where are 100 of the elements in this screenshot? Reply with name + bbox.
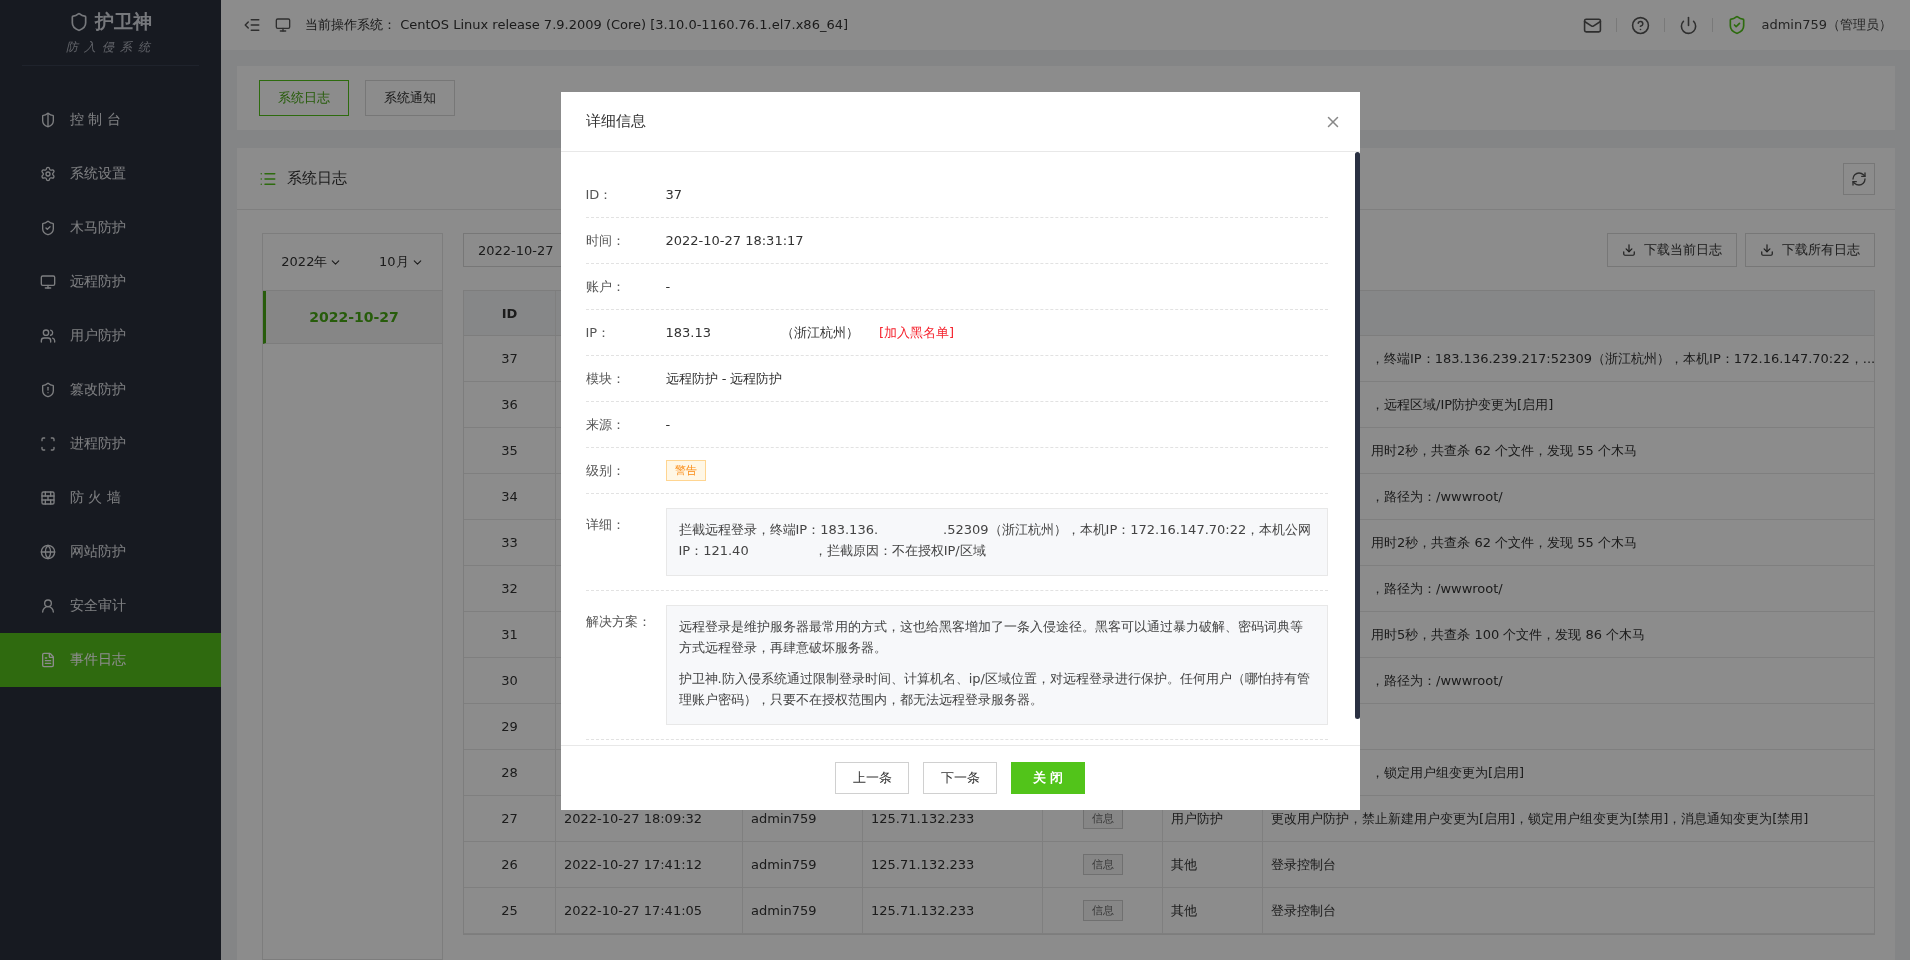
table-cell-text: 更改用户防护，禁止新建用户变更为[启用]，锁定用户组变更为[禁用]，消息通知变更为[禁用] [1270, 809, 1810, 828]
table-cell: ，远程区域/IP防护变更为[启用] [1371, 395, 1554, 414]
sidebar-item[interactable]: 系统设置 [0, 147, 221, 201]
table-cell: 26 [464, 842, 556, 887]
field-label: 详细： [585, 516, 626, 534]
sidebar-item[interactable]: 远程防护 [0, 255, 221, 309]
table-cell: 28 [464, 750, 556, 795]
table-cell: 35 [464, 428, 556, 473]
table-cell: admin759 [743, 842, 863, 887]
table-cell: 25 [464, 888, 556, 933]
brand-subtitle: 防入侵系统 [65, 39, 156, 56]
user-name[interactable]: admin759（管理员） [1761, 16, 1892, 34]
brand-name: 护卫神 [95, 9, 152, 34]
table-cell: ，终端IP：183.136.239.217:52309（浙江杭州），本机IP：172.16.147.70:22，... [1371, 349, 1876, 368]
table-cell: ，路径为：/wwwroot/ [1371, 671, 1503, 690]
power-icon[interactable] [1679, 15, 1699, 35]
table-cell-text: 登录控制台 [1270, 855, 1337, 874]
table-cell: 34 [464, 474, 556, 519]
help-icon[interactable] [1631, 15, 1651, 35]
dialog-button[interactable]: 下一条 [923, 762, 997, 794]
field-label: IP： [585, 323, 612, 342]
table-cell: 用时2秒，共查杀 62 个文件，发现 55 个木马 [1371, 441, 1637, 460]
sidebar-item[interactable]: 控 制 台 [0, 93, 221, 147]
table-cell: 125.71.132.233 [863, 842, 1043, 887]
field-value: 37 [665, 187, 683, 202]
table-cell-text: 登录控制台 [1270, 901, 1337, 920]
table-cell: ，锁定用户组变更为[启用] [1371, 763, 1525, 782]
sidebar-item[interactable]: 安全审计 [0, 579, 221, 633]
table-cell: 125.71.132.233 [863, 888, 1043, 933]
location-text: （浙江杭州） [781, 323, 859, 342]
table-cell: 29 [464, 704, 556, 749]
tab[interactable]: 系统通知 [365, 80, 455, 116]
table-cell: 37 [464, 336, 556, 381]
shield-icon [40, 112, 56, 128]
sidebar-item[interactable]: 木马防护 [0, 201, 221, 255]
card-title: 系统日志 [287, 169, 347, 188]
column-header: ID [501, 305, 518, 321]
field-value: - [665, 279, 671, 294]
sidebar-item[interactable]: 篡改防护 [0, 363, 221, 417]
field-value: 远程防护 - 远程防护 [665, 369, 783, 388]
table-cell: 用时2秒，共查杀 62 个文件，发现 55 个木马 [1371, 533, 1637, 552]
year-select[interactable]: 2022年 [281, 253, 343, 271]
os-info: 当前操作系统： CentOS Linux release 7.9.2009 (Core) [3.10.0-1160.76.1.el7.x86_64] [305, 16, 849, 34]
table-cell: 用时5秒，共查杀 100 个文件，发现 86 个木马 [1371, 625, 1646, 644]
shield-logo-icon [69, 12, 89, 32]
paragraph: 护卫神.防入侵系统通过限制登录时间、计算机名、ip/区域位置，对远程登录进行保护。任何用户（哪怕持有管理账户密码），只要不在授权范围内，都无法远程登录服务器。 [678, 670, 1311, 709]
table-cell: ，路径为：/wwwroot/ [1371, 579, 1503, 598]
field-value: 183.13 [665, 325, 711, 340]
sidebar-item[interactable]: 用户防护 [0, 309, 221, 363]
field-label: 时间： [585, 231, 626, 250]
table-cell: admin759 [743, 888, 863, 933]
sidebar-item[interactable]: 网站防护 [0, 525, 221, 579]
sidebar-item[interactable]: 进程防护 [0, 417, 221, 471]
shield-alert-icon [40, 382, 56, 398]
sidebar-item[interactable]: 防 火 墙 [0, 471, 221, 525]
download-icon [1760, 243, 1774, 257]
monitor-icon [40, 274, 56, 290]
table-cell: 27 [464, 796, 556, 841]
paragraph: 远程登录是维护服务器最常用的方式，这也给黑客增加了一条入侵途径。黑客可以通过暴力破解、密码词典等方式远程登录，再肆意破坏服务器。 [678, 618, 1304, 657]
blacklist-link[interactable]: [加入黑名单] [879, 323, 955, 342]
users-icon [40, 328, 56, 344]
avatar-icon [1727, 15, 1748, 35]
globe-icon [40, 544, 56, 560]
dialog-title: 详细信息 [585, 112, 646, 131]
table-cell: 31 [464, 612, 556, 657]
field-label: 解决方案： [585, 613, 652, 631]
document-icon [40, 652, 56, 668]
field-label: 模块： [585, 369, 626, 388]
shield-check-icon [40, 220, 56, 236]
table-cell: 32 [464, 566, 556, 611]
mail-icon[interactable] [1583, 15, 1603, 35]
monitor-icon [275, 17, 291, 33]
field-label: 账户： [585, 277, 626, 296]
field-value: 2022-10-27 18:31:17 [665, 233, 804, 248]
level-tag: 信息 [1082, 854, 1123, 875]
level-tag: 信息 [1082, 900, 1123, 921]
table-cell: 30 [464, 658, 556, 703]
brick-wall-icon [40, 490, 56, 506]
menu-icon[interactable] [243, 16, 261, 34]
tab[interactable]: 系统日志 [259, 80, 349, 116]
field-label: ID： [585, 185, 614, 204]
scrollbar[interactable] [1354, 152, 1360, 719]
table-cell: 2022-10-27 17:41:12 [556, 842, 743, 887]
table-cell: 36 [464, 382, 556, 427]
field-value: - [665, 417, 671, 432]
field-label: 级别： [585, 461, 626, 480]
paragraph: 拦截远程登录，终端IP：183.136. .52309（浙江杭州），本机IP：172.16.147.70:22，本机公网IP：121.40 ，拦截原因：不在授权IP/区域 [678, 521, 1313, 560]
refresh-icon [1851, 170, 1867, 187]
download-icon [1622, 243, 1636, 257]
table-cell: ，路径为：/wwwroot/ [1371, 487, 1503, 506]
table-cell: 其他 [1163, 842, 1263, 887]
gear-icon [40, 166, 56, 182]
download-button[interactable]: 下载当前日志 [1607, 233, 1737, 267]
month-select[interactable]: 10月 [379, 253, 424, 271]
download-button[interactable]: 下载所有日志 [1745, 233, 1875, 267]
table-cell: 其他 [1163, 888, 1263, 933]
level-tag: 警告 [665, 460, 706, 481]
refresh-button[interactable] [1843, 162, 1875, 195]
level-tag: 信息 [1082, 808, 1123, 829]
dialog-button[interactable]: 上一条 [835, 762, 909, 794]
